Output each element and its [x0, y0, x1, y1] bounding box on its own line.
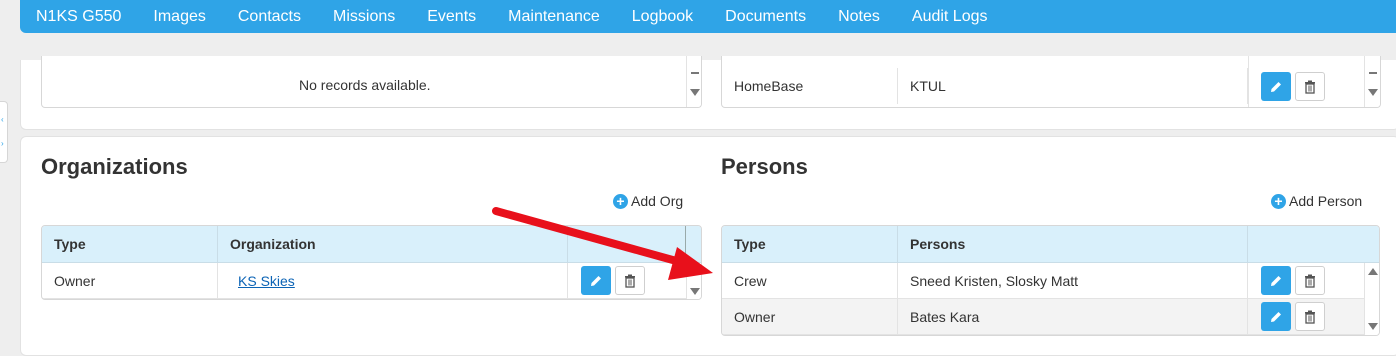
annotation-arrow-shaft — [492, 207, 684, 266]
annotation-arrow-head — [668, 247, 713, 280]
annotation-arrow — [492, 207, 713, 280]
